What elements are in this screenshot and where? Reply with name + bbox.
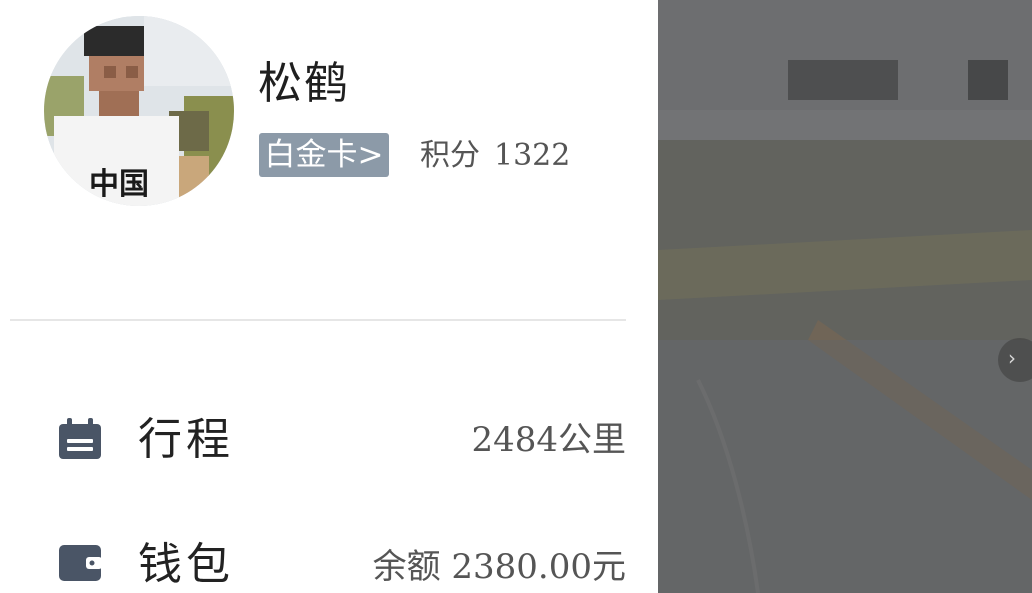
divider — [10, 319, 626, 321]
dim-overlay — [658, 0, 1032, 593]
wallet-icon — [58, 544, 102, 586]
avatar-image: 中国 — [44, 16, 234, 206]
chevron-right-icon: › — [1008, 346, 1016, 370]
username: 松鹤 — [258, 58, 350, 109]
points-label: 积分 — [420, 138, 480, 173]
membership-tier-badge[interactable]: 白金卡> — [259, 133, 389, 177]
calendar-icon — [58, 418, 102, 464]
map-background[interactable]: › — [658, 0, 1032, 593]
shirt-print: 中国 — [89, 167, 149, 202]
side-drawer: 中国 松鹤 白金卡> 积分 1322 行程 2484公里 钱包 余额 2380.… — [0, 0, 658, 593]
menu-item-label: 行程 — [138, 414, 234, 465]
points-value: 1322 — [494, 138, 571, 173]
menu-item-trips[interactable]: 行程 2484公里 — [0, 400, 658, 480]
avatar[interactable]: 中国 — [44, 16, 234, 206]
points-display: 积分 1322 — [420, 136, 570, 176]
menu-item-label: 钱包 — [138, 539, 234, 590]
menu-item-wallet[interactable]: 钱包 余额 2380.00元 — [0, 525, 658, 593]
wallet-balance-value: 余额 2380.00元 — [372, 547, 626, 587]
trip-distance-value: 2484公里 — [471, 420, 626, 460]
